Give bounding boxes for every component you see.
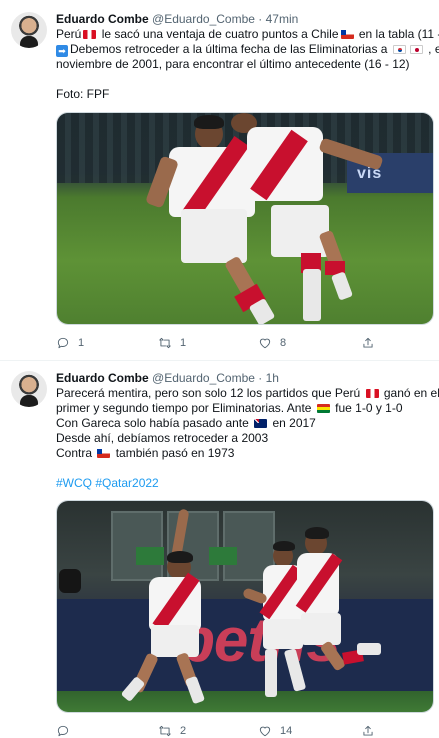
like-button[interactable]: 14 — [258, 722, 292, 738]
tweet-line: noviembre de 2001, para encontrar el últ… — [56, 57, 410, 71]
retweet-count: 2 — [180, 725, 187, 737]
tweet-line: Parecerá mentira, pero son solo 12 los p… — [56, 386, 439, 400]
reply-count: 1 — [78, 337, 85, 349]
share-icon — [363, 337, 373, 348]
tweet-line: Con Gareca solo había pasado ante en 201… — [56, 416, 316, 430]
reply-button[interactable]: 1 — [56, 334, 84, 352]
author-handle[interactable]: @Eduardo_Combe — [152, 371, 255, 385]
retweet-icon — [159, 337, 171, 349]
share-icon — [363, 725, 373, 736]
chile-flag-icon — [340, 30, 354, 39]
right-arrow-icon: ➡ — [56, 45, 68, 57]
south-korea-flag-icon — [392, 45, 406, 54]
tweet-header: Eduardo Combe @Eduardo_Combe · 47min — [56, 12, 298, 27]
tweet-actions: 1 1 8 — [56, 334, 426, 352]
photo-scene: vis — [57, 113, 433, 324]
peru-flag-icon — [365, 389, 379, 398]
tweet-line: Perú le sacó una ventaja de cuatro punto… — [56, 27, 439, 41]
hashtags-link[interactable]: #WCQ #Qatar2022 — [56, 476, 426, 491]
author-avatar[interactable] — [11, 371, 47, 407]
tweet[interactable]: Eduardo Combe @Eduardo_Combe · 47min Per… — [0, 0, 439, 360]
heart-icon — [259, 726, 271, 737]
retweet-button[interactable]: 1 — [158, 334, 186, 352]
author-avatar[interactable] — [11, 12, 47, 48]
retweet-button[interactable]: 2 — [158, 722, 186, 738]
reply-icon — [57, 725, 69, 737]
tweet-timestamp[interactable]: 1h — [266, 371, 279, 385]
tweet-line: Contra también pasó en 1973 — [56, 446, 235, 460]
camera-figure — [59, 569, 81, 593]
author-name[interactable]: Eduardo Combe — [56, 371, 149, 385]
tweet-line: primer y segundo tiempo por Eliminatoria… — [56, 401, 403, 415]
share-button[interactable] — [361, 334, 375, 352]
like-count: 14 — [280, 725, 293, 737]
tweet-photo[interactable]: betris — [56, 500, 434, 713]
tweet-photo[interactable]: vis — [56, 112, 434, 325]
like-button[interactable]: 8 — [258, 334, 286, 352]
photo-credit: Foto: FPF — [56, 87, 110, 101]
new-zealand-flag-icon — [254, 419, 268, 428]
retweet-icon — [159, 725, 171, 737]
bolivia-flag-icon — [316, 404, 330, 413]
tweet-timestamp[interactable]: 47min — [266, 12, 299, 26]
tweet-header: Eduardo Combe @Eduardo_Combe · 1h — [56, 371, 279, 386]
chile-flag-icon — [97, 449, 111, 458]
tweet[interactable]: Eduardo Combe @Eduardo_Combe · 1h Parece… — [0, 360, 439, 738]
japan-flag-icon — [409, 45, 423, 54]
heart-icon — [259, 338, 271, 349]
peru-flag-icon — [83, 30, 97, 39]
reply-button[interactable] — [56, 722, 78, 738]
photo-scene: betris — [57, 501, 433, 712]
reply-icon — [57, 337, 69, 349]
tweet-text: Parecerá mentira, pero son solo 12 los p… — [56, 386, 439, 491]
retweet-count: 1 — [180, 337, 187, 349]
author-name[interactable]: Eduardo Combe — [56, 12, 149, 26]
share-button[interactable] — [361, 722, 375, 738]
tweet-line: ➡ Debemos retroceder a la última fecha de… — [56, 42, 439, 57]
separator-dot: · — [258, 371, 263, 385]
tweet-line: Desde ahí, debíamos retroceder a 2003 — [56, 431, 269, 445]
separator-dot: · — [258, 12, 263, 26]
tweet-text: Perú le sacó una ventaja de cuatro punto… — [56, 27, 439, 102]
tweet-actions: 2 14 — [56, 722, 426, 738]
like-count: 8 — [280, 337, 287, 349]
author-handle[interactable]: @Eduardo_Combe — [152, 12, 255, 26]
